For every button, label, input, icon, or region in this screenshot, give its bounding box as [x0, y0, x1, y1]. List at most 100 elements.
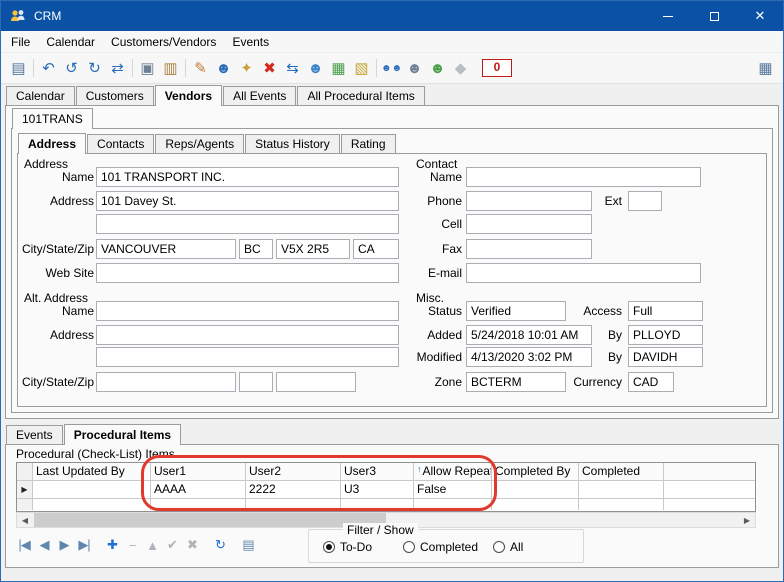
address-line1-field[interactable]: 101 Davey St. — [96, 191, 399, 211]
menu-customers-vendors[interactable]: Customers/Vendors — [103, 31, 224, 52]
contact-name-label: Name — [382, 170, 462, 184]
detail-tab-rating[interactable]: Rating — [341, 134, 396, 153]
delete-record-button[interactable]: − — [122, 535, 142, 555]
column-header-completed[interactable]: Completed — [579, 463, 664, 481]
contact-status-icon[interactable]: ☻ — [426, 57, 449, 80]
transfer-contacts-icon[interactable]: ⇆ — [281, 57, 304, 80]
grid-cell[interactable]: U3 — [341, 481, 414, 499]
contact-name-field[interactable] — [466, 167, 701, 187]
grid-cell[interactable]: False — [414, 481, 492, 499]
delete-record-icon[interactable]: ✖ — [258, 57, 281, 80]
contact-schedule-icon[interactable]: ☻ — [403, 57, 426, 80]
detail-tab-reps-agents[interactable]: Reps/Agents — [155, 134, 244, 153]
first-record-button[interactable]: |◀ — [14, 535, 34, 555]
column-header-user2[interactable]: User2 — [246, 463, 341, 481]
menu-calendar[interactable]: Calendar — [38, 31, 103, 52]
alt-city-field[interactable] — [96, 372, 236, 392]
currency-field[interactable]: CAD — [628, 372, 674, 392]
edit-contact-icon[interactable]: ✎ — [189, 57, 212, 80]
contacts-group-icon[interactable]: ☻☻ — [380, 57, 403, 80]
save-icon[interactable]: ◆ — [449, 57, 472, 80]
paste-icon[interactable]: ▥ — [159, 57, 182, 80]
radio-all[interactable]: All — [493, 540, 523, 554]
tab-all-procedural-items[interactable]: All Procedural Items — [297, 86, 424, 105]
toolbar: ▤↶↺↻⇄▣▥✎☻✦✖⇆☻▦▧☻☻☻☻◆ 0 ▦ — [1, 53, 783, 84]
copy-icon[interactable]: ▣ — [136, 57, 159, 80]
alt-zip-field[interactable] — [276, 372, 356, 392]
menu-events[interactable]: Events — [224, 31, 277, 52]
tab-all-events[interactable]: All Events — [223, 86, 296, 105]
refresh-view-icon[interactable]: ↻ — [83, 57, 106, 80]
column-header-allow-repeat[interactable]: ↑Allow Repeat — [414, 463, 492, 481]
insert-record-button[interactable]: ✚ — [102, 535, 122, 555]
grid-cell[interactable] — [33, 481, 151, 499]
minimize-button[interactable] — [645, 1, 691, 31]
layout-icon[interactable]: ▦ — [754, 57, 777, 80]
maximize-button[interactable] — [691, 1, 737, 31]
notes-icon[interactable]: ▧ — [350, 57, 373, 80]
alt-state-field[interactable] — [239, 372, 273, 392]
address-name-field[interactable]: 101 TRANSPORT INC. — [96, 167, 399, 187]
detail-tab-status-history[interactable]: Status History — [245, 134, 340, 153]
status-field[interactable]: Verified — [466, 301, 566, 321]
alt-address-line1-field[interactable] — [96, 325, 399, 345]
address-line2-field[interactable] — [96, 214, 399, 234]
column-header-user1[interactable]: User1 — [151, 463, 246, 481]
edit-record-button[interactable]: ▲ — [142, 535, 162, 555]
bottom-tab-events[interactable]: Events — [6, 425, 63, 444]
grid-row[interactable]: ▶AAAA2222U3False — [17, 481, 755, 499]
alt-address-line2-field[interactable] — [96, 347, 399, 367]
record-tab-101trans[interactable]: 101TRANS — [12, 108, 93, 129]
log-button[interactable]: ▤ — [238, 535, 258, 555]
close-button[interactable]: ✕ — [737, 1, 783, 31]
menu-file[interactable]: File — [3, 31, 38, 52]
grid-cell[interactable]: 2222 — [246, 481, 341, 499]
ext-field[interactable] — [628, 191, 662, 211]
contact-calendar-icon[interactable]: ☻ — [304, 57, 327, 80]
next-record-button[interactable]: ▶ — [54, 535, 74, 555]
fax-field[interactable] — [466, 239, 592, 259]
email-field[interactable] — [466, 263, 701, 283]
column-header-completed-by[interactable]: Completed By — [492, 463, 579, 481]
column-header-user3[interactable]: User3 — [341, 463, 414, 481]
tab-customers[interactable]: Customers — [76, 86, 154, 105]
radio-completed[interactable]: Completed — [403, 540, 478, 554]
access-field[interactable]: Full — [628, 301, 703, 321]
detail-tab-address[interactable]: Address — [18, 133, 86, 154]
sync-icon[interactable]: ↺ — [60, 57, 83, 80]
refresh-grid-button[interactable]: ↻ — [210, 535, 230, 555]
prior-record-button[interactable]: ◀ — [34, 535, 54, 555]
swap-view-icon[interactable]: ⇄ — [106, 57, 129, 80]
scroll-right-button[interactable]: ▶ — [739, 513, 755, 527]
bottom-tab-procedural-items[interactable]: Procedural Items — [64, 424, 181, 445]
undo-icon[interactable]: ↶ — [37, 57, 60, 80]
web-site-label: Web Site — [16, 266, 94, 280]
tab-vendors[interactable]: Vendors — [155, 85, 222, 106]
grid-cell[interactable] — [492, 481, 579, 499]
city-field[interactable]: VANCOUVER — [96, 239, 236, 259]
detail-tab-contacts[interactable]: Contacts — [87, 134, 154, 153]
modified-by-field[interactable]: DAVIDH — [628, 347, 703, 367]
scroll-thumb[interactable] — [34, 513, 386, 527]
print-icon[interactable]: ▤ — [7, 57, 30, 80]
zone-field[interactable]: BCTERM — [466, 372, 566, 392]
alt-name-field[interactable] — [96, 301, 399, 321]
tab-calendar[interactable]: Calendar — [6, 86, 75, 105]
column-header-last-updated-by[interactable]: Last Updated By — [33, 463, 151, 481]
key-find-icon[interactable]: ✦ — [235, 57, 258, 80]
web-site-field[interactable] — [96, 263, 399, 283]
added-by-field[interactable]: PLLOYD — [628, 325, 703, 345]
cell-field[interactable] — [466, 214, 592, 234]
radio-to-do[interactable]: To-Do — [323, 540, 372, 554]
grid-cell[interactable] — [579, 481, 664, 499]
post-edit-button[interactable]: ✔ — [162, 535, 182, 555]
state-field[interactable]: BC — [239, 239, 273, 259]
last-record-button[interactable]: ▶| — [74, 535, 94, 555]
grid-cell[interactable]: AAAA — [151, 481, 246, 499]
cancel-edit-button[interactable]: ✖ — [182, 535, 202, 555]
scroll-left-button[interactable]: ◀ — [17, 513, 33, 527]
grid-filler-end — [664, 499, 755, 510]
contact-icon[interactable]: ☻ — [212, 57, 235, 80]
zip-field[interactable]: V5X 2R5 — [276, 239, 350, 259]
add-event-icon[interactable]: ▦ — [327, 57, 350, 80]
